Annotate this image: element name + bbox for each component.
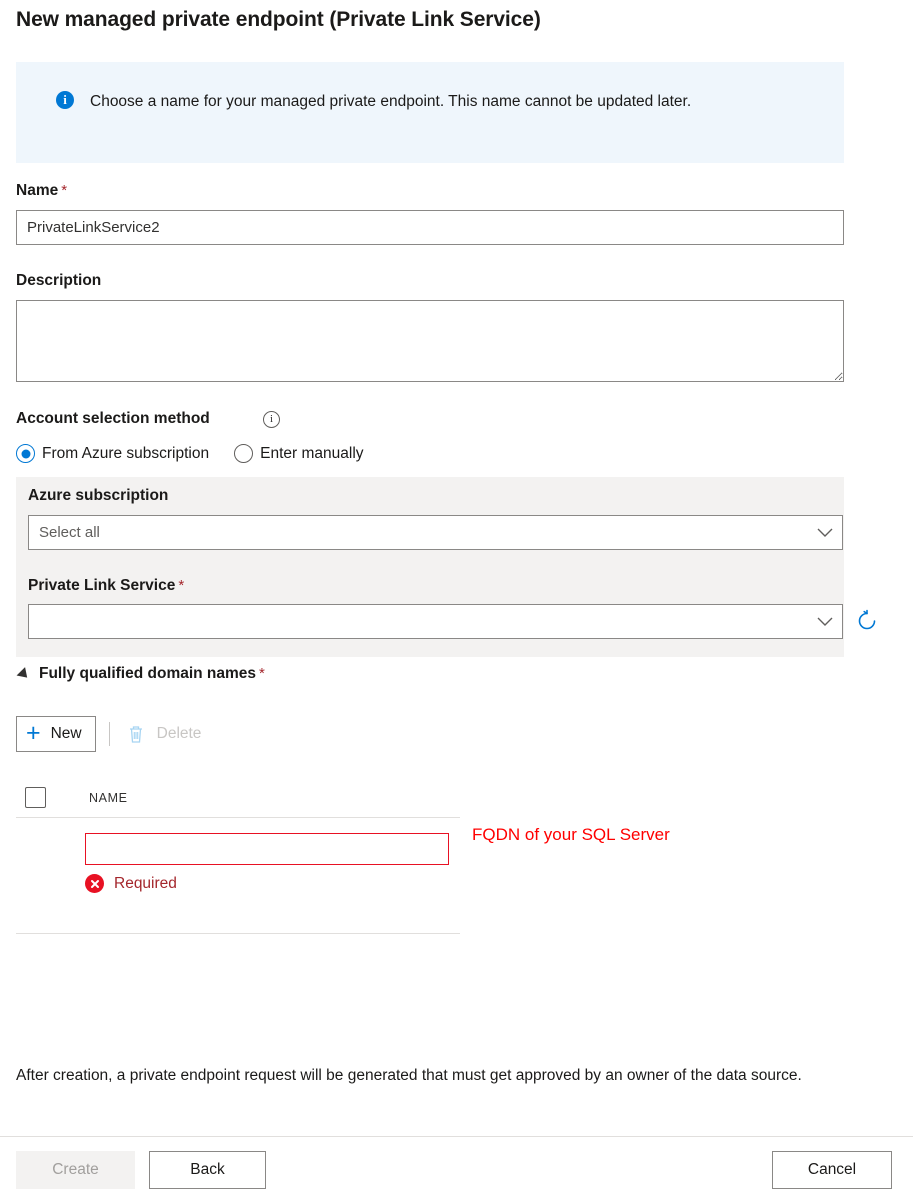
name-label: Name * <box>16 182 67 200</box>
radio-from-azure-subscription-mark <box>16 444 35 463</box>
radio-from-azure-subscription[interactable]: From Azure subscription <box>16 444 209 463</box>
new-managed-private-endpoint-blade: New managed private endpoint (Private Li… <box>0 0 913 1200</box>
fqdn-section-title: Fully qualified domain names * <box>39 665 265 683</box>
footer-note: After creation, a private endpoint reque… <box>16 1067 802 1084</box>
info-circle-icon: i <box>56 91 74 109</box>
delete-button-label: Delete <box>156 725 202 742</box>
radio-enter-manually[interactable]: Enter manually <box>234 444 364 463</box>
info-banner-text: Choose a name for your managed private e… <box>90 93 692 110</box>
select-all-checkbox[interactable] <box>25 787 46 808</box>
name-input[interactable] <box>16 210 844 245</box>
account-selection-method-label: Account selection method <box>16 410 210 427</box>
collapse-triangle-icon <box>16 666 32 682</box>
fqdn-error-text: Required <box>114 874 177 892</box>
fqdn-required-star: * <box>259 665 265 682</box>
azure-subscription-value: Select all <box>39 524 100 541</box>
azure-subscription-label: Azure subscription <box>28 487 169 504</box>
azure-subscription-dropdown[interactable]: Select all <box>28 515 843 550</box>
radio-enter-manually-label: Enter manually <box>260 444 364 462</box>
private-link-service-required-star: * <box>178 577 185 594</box>
info-outline-icon[interactable]: i <box>263 411 280 428</box>
fqdn-name-input[interactable] <box>85 833 449 865</box>
toolbar-separator <box>108 722 110 746</box>
new-button[interactable]: + New <box>16 716 96 752</box>
cancel-button[interactable]: Cancel <box>772 1151 892 1189</box>
description-label: Description <box>16 272 102 289</box>
name-label-text: Name <box>16 182 59 199</box>
fqdn-toolbar: + New Delete <box>16 716 215 752</box>
fqdn-table-header: NAME <box>16 778 460 818</box>
chevron-down-icon <box>808 617 842 627</box>
description-textarea[interactable] <box>16 300 844 382</box>
radio-from-azure-subscription-label: From Azure subscription <box>42 444 210 462</box>
trash-icon <box>127 724 145 744</box>
private-link-service-label-text: Private Link Service <box>28 577 176 594</box>
new-button-label: New <box>50 725 82 742</box>
chevron-down-icon <box>808 528 842 538</box>
fqdn-section-title-text: Fully qualified domain names <box>39 665 257 682</box>
page-title: New managed private endpoint (Private Li… <box>16 8 541 31</box>
fqdn-validation-message: Required <box>85 874 177 893</box>
back-button[interactable]: Back <box>149 1151 266 1189</box>
refresh-icon[interactable] <box>853 607 881 635</box>
name-required-star: * <box>61 182 68 199</box>
private-link-service-dropdown[interactable] <box>28 604 843 639</box>
column-header-name: NAME <box>89 790 128 805</box>
account-selection-radio-group: From Azure subscription Enter manually <box>16 444 389 463</box>
fqdn-section-header[interactable]: Fully qualified domain names * <box>16 665 265 683</box>
info-banner: i Choose a name for your managed private… <box>16 62 844 163</box>
footer-divider <box>0 1136 913 1137</box>
create-button[interactable]: Create <box>16 1151 135 1189</box>
radio-enter-manually-mark <box>234 444 254 463</box>
plus-icon: + <box>26 718 41 747</box>
table-row: Required <box>16 819 460 934</box>
delete-button: Delete <box>122 716 215 752</box>
error-circle-icon <box>85 874 104 893</box>
fqdn-annotation: FQDN of your SQL Server <box>472 825 670 844</box>
private-link-service-label: Private Link Service * <box>28 577 184 595</box>
